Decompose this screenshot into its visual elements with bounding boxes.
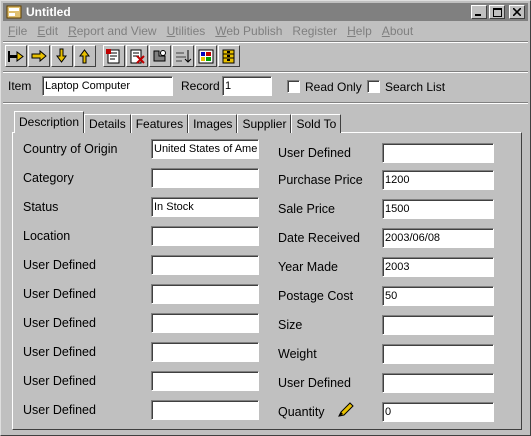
- field-input[interactable]: [151, 168, 259, 188]
- field-input[interactable]: 50: [382, 286, 494, 306]
- field-label: User Defined: [23, 403, 96, 417]
- find-button[interactable]: [149, 45, 171, 67]
- database-icon: [222, 49, 235, 64]
- item-input[interactable]: Laptop Computer: [42, 76, 173, 96]
- report-icon: [198, 49, 214, 64]
- edit-quantity-icon[interactable]: [337, 402, 355, 418]
- field-input[interactable]: 2003: [382, 257, 494, 277]
- field-input[interactable]: [382, 315, 494, 335]
- field-label: Purchase Price: [278, 173, 363, 187]
- tab-description[interactable]: Description: [14, 111, 85, 133]
- field-label: Weight: [278, 347, 317, 361]
- field-label: Size: [278, 318, 303, 332]
- field-label: Postage Cost: [278, 289, 354, 303]
- menu-file[interactable]: File: [3, 24, 32, 38]
- new-record-button[interactable]: [103, 45, 125, 67]
- item-label: Item: [8, 79, 32, 93]
- close-icon: [513, 8, 521, 16]
- tab-sold-to[interactable]: Sold To: [291, 114, 342, 133]
- read-only-label: Read Only: [305, 80, 362, 94]
- app-window: Untitled File Edit Report and View Utilitie…: [0, 0, 531, 436]
- title-bar: Untitled: [3, 3, 528, 21]
- field-input[interactable]: [151, 226, 259, 246]
- field-label: Quantity: [278, 405, 325, 419]
- field-input[interactable]: 1500: [382, 199, 494, 219]
- field-label: Sale Price: [278, 202, 335, 216]
- menu-register[interactable]: Register: [287, 24, 342, 38]
- field-label: User Defined: [278, 146, 351, 160]
- first-record-button[interactable]: [5, 45, 27, 67]
- menu-web-publish[interactable]: Web Publish: [210, 24, 287, 38]
- record-input[interactable]: 1: [222, 76, 272, 96]
- menu-report-and-view[interactable]: Report and View: [63, 24, 162, 38]
- field-input[interactable]: [151, 313, 259, 333]
- field-input[interactable]: [151, 400, 259, 420]
- new-record-icon: [106, 49, 120, 64]
- next-record-icon: [56, 48, 67, 63]
- delete-record-button[interactable]: [126, 45, 148, 67]
- maximize-button[interactable]: [489, 5, 505, 19]
- tab-strip: Description Details Features Images Supplier…: [14, 111, 342, 133]
- field-label: User Defined: [23, 258, 96, 272]
- field-input[interactable]: [382, 143, 494, 163]
- previous-record-button[interactable]: [28, 45, 50, 67]
- first-record-icon: [8, 51, 24, 62]
- menu-about[interactable]: About: [377, 24, 418, 38]
- menu-utilities[interactable]: Utilities: [162, 24, 211, 38]
- field-input[interactable]: 1200: [382, 170, 494, 190]
- field-label: Status: [23, 200, 59, 214]
- field-input[interactable]: [151, 371, 259, 391]
- sort-button[interactable]: [172, 45, 194, 67]
- field-input[interactable]: [382, 344, 494, 364]
- field-input[interactable]: 0: [382, 402, 494, 422]
- search-list-checkbox[interactable]: [367, 80, 380, 93]
- item-bar: Item Laptop Computer Record 1 Read Only …: [3, 73, 528, 101]
- sort-icon: [176, 50, 192, 63]
- tab-details[interactable]: Details: [84, 114, 131, 133]
- minimize-icon: [475, 14, 481, 16]
- next-record-button[interactable]: [51, 45, 73, 67]
- menu-edit[interactable]: Edit: [32, 24, 63, 38]
- record-label: Record: [181, 79, 220, 93]
- field-label: User Defined: [278, 376, 351, 390]
- database-button[interactable]: [218, 45, 240, 67]
- tab-images[interactable]: Images: [188, 114, 238, 133]
- field-input[interactable]: [151, 255, 259, 275]
- field-label: Date Received: [278, 231, 360, 245]
- toolbar: [3, 43, 528, 69]
- field-label: User Defined: [23, 345, 96, 359]
- find-icon: [153, 50, 166, 62]
- tab-features[interactable]: Features: [130, 114, 189, 133]
- field-input[interactable]: In Stock: [151, 197, 259, 217]
- field-input[interactable]: [151, 284, 259, 304]
- minimize-button[interactable]: [471, 5, 487, 19]
- field-label: User Defined: [23, 316, 96, 330]
- field-input[interactable]: [151, 342, 259, 362]
- field-input[interactable]: United States of Amer: [151, 139, 259, 159]
- tab-supplier[interactable]: Supplier: [237, 114, 292, 133]
- read-only-checkbox[interactable]: [287, 80, 300, 93]
- field-label: User Defined: [23, 287, 96, 301]
- search-list-label: Search List: [385, 80, 446, 94]
- field-input[interactable]: [382, 373, 494, 393]
- menu-help[interactable]: Help: [342, 24, 377, 38]
- close-button[interactable]: [509, 5, 525, 19]
- previous-record-icon: [31, 49, 47, 63]
- last-record-button[interactable]: [74, 45, 96, 67]
- itembar-separator: [3, 102, 528, 104]
- field-label: Location: [23, 229, 71, 243]
- delete-record-icon: [130, 49, 145, 64]
- tab-panel: Country of Origin United States of Amer Ca…: [12, 132, 522, 430]
- field-label: User Defined: [23, 374, 96, 388]
- last-record-icon: [79, 49, 90, 64]
- field-input[interactable]: 2003/06/08: [382, 228, 494, 248]
- app-icon: [6, 5, 22, 19]
- report-button[interactable]: [195, 45, 217, 67]
- field-label: Year Made: [278, 260, 338, 274]
- field-label: Category: [23, 171, 74, 185]
- field-label: Country of Origin: [23, 142, 118, 156]
- window-title: Untitled: [26, 5, 71, 19]
- menu-bar: File Edit Report and View Utilities Web Publ…: [3, 22, 528, 40]
- maximize-icon: [492, 7, 502, 17]
